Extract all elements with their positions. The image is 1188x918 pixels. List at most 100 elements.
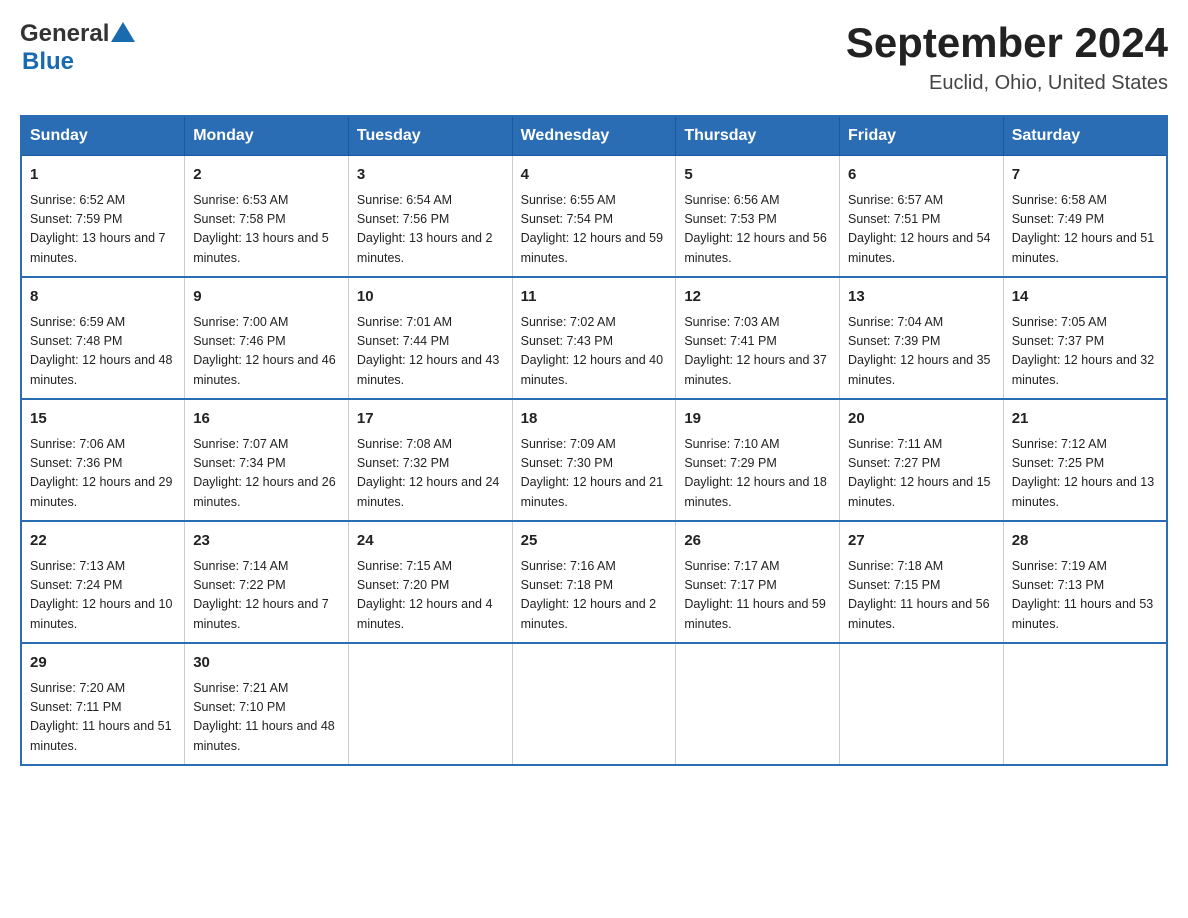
calendar-cell xyxy=(512,643,676,765)
day-info: Sunrise: 7:07 AMSunset: 7:34 PMDaylight:… xyxy=(193,435,340,513)
calendar-cell: 8 Sunrise: 6:59 AMSunset: 7:48 PMDaylight… xyxy=(21,277,185,399)
weekday-header-tuesday: Tuesday xyxy=(348,116,512,156)
page-title: September 2024 xyxy=(846,20,1168,66)
day-number: 18 xyxy=(521,408,668,431)
day-info: Sunrise: 7:19 AMSunset: 7:13 PMDaylight:… xyxy=(1012,557,1158,635)
day-number: 20 xyxy=(848,408,995,431)
day-number: 8 xyxy=(30,286,176,309)
calendar-cell: 22Sunrise: 7:13 AMSunset: 7:24 PMDayligh… xyxy=(21,521,185,643)
calendar-cell: 28Sunrise: 7:19 AMSunset: 7:13 PMDayligh… xyxy=(1003,521,1167,643)
day-number: 21 xyxy=(1012,408,1158,431)
day-info: Sunrise: 7:11 AMSunset: 7:27 PMDaylight:… xyxy=(848,435,995,513)
weekday-header-sunday: Sunday xyxy=(21,116,185,156)
page-header: General Blue September 2024 Euclid, Ohio… xyxy=(20,20,1168,95)
day-info: Sunrise: 7:03 AMSunset: 7:41 PMDaylight:… xyxy=(684,313,831,391)
calendar-cell: 23 Sunrise: 7:14 AMSunset: 7:22 PMDayligh… xyxy=(185,521,349,643)
day-number: 4 xyxy=(521,164,668,187)
day-info: Sunrise: 7:09 AMSunset: 7:30 PMDaylight:… xyxy=(521,435,668,513)
day-number: 9 xyxy=(193,286,340,309)
day-info: Sunrise: 7:21 AMSunset: 7:10 PMDaylight:… xyxy=(193,679,340,757)
day-info: Sunrise: 7:10 AMSunset: 7:29 PMDaylight:… xyxy=(684,435,831,513)
day-info: Sunrise: 7:15 AMSunset: 7:20 PMDaylight:… xyxy=(357,557,504,635)
calendar-cell: 1 Sunrise: 6:52 AMSunset: 7:59 PMDaylight… xyxy=(21,156,185,278)
day-number: 10 xyxy=(357,286,504,309)
day-number: 29 xyxy=(30,652,176,675)
calendar-cell: 29 Sunrise: 7:20 AMSunset: 7:11 PMDayligh… xyxy=(21,643,185,765)
day-info: Sunrise: 7:02 AMSunset: 7:43 PMDaylight:… xyxy=(521,313,668,391)
day-number: 27 xyxy=(848,530,995,553)
day-info: Sunrise: 6:56 AMSunset: 7:53 PMDaylight:… xyxy=(684,191,831,269)
calendar-cell: 13 Sunrise: 7:04 AMSunset: 7:39 PMDayligh… xyxy=(840,277,1004,399)
day-info: Sunrise: 6:59 AMSunset: 7:48 PMDaylight:… xyxy=(30,313,176,391)
calendar-cell: 21 Sunrise: 7:12 AMSunset: 7:25 PMDayligh… xyxy=(1003,399,1167,521)
calendar-cell: 19 Sunrise: 7:10 AMSunset: 7:29 PMDayligh… xyxy=(676,399,840,521)
calendar-cell: 14 Sunrise: 7:05 AMSunset: 7:37 PMDayligh… xyxy=(1003,277,1167,399)
day-number: 2 xyxy=(193,164,340,187)
calendar-cell: 30 Sunrise: 7:21 AMSunset: 7:10 PMDayligh… xyxy=(185,643,349,765)
calendar-cell: 3 Sunrise: 6:54 AMSunset: 7:56 PMDaylight… xyxy=(348,156,512,278)
title-block: September 2024 Euclid, Ohio, United Stat… xyxy=(846,20,1168,95)
day-info: Sunrise: 6:54 AMSunset: 7:56 PMDaylight:… xyxy=(357,191,504,269)
day-info: Sunrise: 6:53 AMSunset: 7:58 PMDaylight:… xyxy=(193,191,340,269)
day-number: 5 xyxy=(684,164,831,187)
calendar-cell: 9 Sunrise: 7:00 AMSunset: 7:46 PMDaylight… xyxy=(185,277,349,399)
day-number: 13 xyxy=(848,286,995,309)
day-info: Sunrise: 7:18 AMSunset: 7:15 PMDaylight:… xyxy=(848,557,995,635)
day-number: 25 xyxy=(521,530,668,553)
calendar-week-2: 8 Sunrise: 6:59 AMSunset: 7:48 PMDaylight… xyxy=(21,277,1167,399)
day-info: Sunrise: 7:13 AMSunset: 7:24 PMDaylight:… xyxy=(30,557,176,635)
day-number: 19 xyxy=(684,408,831,431)
day-info: Sunrise: 7:14 AMSunset: 7:22 PMDaylight:… xyxy=(193,557,340,635)
calendar-cell xyxy=(840,643,1004,765)
calendar-cell xyxy=(348,643,512,765)
day-number: 15 xyxy=(30,408,176,431)
calendar-cell: 12 Sunrise: 7:03 AMSunset: 7:41 PMDayligh… xyxy=(676,277,840,399)
day-info: Sunrise: 6:55 AMSunset: 7:54 PMDaylight:… xyxy=(521,191,668,269)
calendar-table: SundayMondayTuesdayWednesdayThursdayFrid… xyxy=(20,115,1168,766)
logo-text-general: General xyxy=(20,20,109,48)
weekday-header-saturday: Saturday xyxy=(1003,116,1167,156)
calendar-cell: 16 Sunrise: 7:07 AMSunset: 7:34 PMDayligh… xyxy=(185,399,349,521)
calendar-cell: 24 Sunrise: 7:15 AMSunset: 7:20 PMDayligh… xyxy=(348,521,512,643)
day-number: 17 xyxy=(357,408,504,431)
day-info: Sunrise: 7:20 AMSunset: 7:11 PMDaylight:… xyxy=(30,679,176,757)
calendar-cell: 15Sunrise: 7:06 AMSunset: 7:36 PMDayligh… xyxy=(21,399,185,521)
day-info: Sunrise: 7:16 AMSunset: 7:18 PMDaylight:… xyxy=(521,557,668,635)
day-info: Sunrise: 7:04 AMSunset: 7:39 PMDaylight:… xyxy=(848,313,995,391)
calendar-cell: 6Sunrise: 6:57 AMSunset: 7:51 PMDaylight… xyxy=(840,156,1004,278)
day-number: 23 xyxy=(193,530,340,553)
weekday-header-friday: Friday xyxy=(840,116,1004,156)
calendar-week-5: 29 Sunrise: 7:20 AMSunset: 7:11 PMDayligh… xyxy=(21,643,1167,765)
day-info: Sunrise: 7:00 AMSunset: 7:46 PMDaylight:… xyxy=(193,313,340,391)
day-number: 14 xyxy=(1012,286,1158,309)
weekday-header-thursday: Thursday xyxy=(676,116,840,156)
day-info: Sunrise: 7:08 AMSunset: 7:32 PMDaylight:… xyxy=(357,435,504,513)
day-number: 1 xyxy=(30,164,176,187)
day-number: 24 xyxy=(357,530,504,553)
day-number: 16 xyxy=(193,408,340,431)
day-info: Sunrise: 7:12 AMSunset: 7:25 PMDaylight:… xyxy=(1012,435,1158,513)
calendar-cell: 7Sunrise: 6:58 AMSunset: 7:49 PMDaylight… xyxy=(1003,156,1167,278)
weekday-header-wednesday: Wednesday xyxy=(512,116,676,156)
day-info: Sunrise: 6:52 AMSunset: 7:59 PMDaylight:… xyxy=(30,191,176,269)
logo-text-blue: Blue xyxy=(22,48,74,76)
logo: General Blue xyxy=(20,20,137,76)
calendar-cell xyxy=(676,643,840,765)
calendar-week-3: 15Sunrise: 7:06 AMSunset: 7:36 PMDayligh… xyxy=(21,399,1167,521)
calendar-cell: 27 Sunrise: 7:18 AMSunset: 7:15 PMDayligh… xyxy=(840,521,1004,643)
calendar-cell: 5 Sunrise: 6:56 AMSunset: 7:53 PMDaylight… xyxy=(676,156,840,278)
calendar-cell: 25 Sunrise: 7:16 AMSunset: 7:18 PMDayligh… xyxy=(512,521,676,643)
day-info: Sunrise: 7:05 AMSunset: 7:37 PMDaylight:… xyxy=(1012,313,1158,391)
day-number: 3 xyxy=(357,164,504,187)
calendar-cell: 20 Sunrise: 7:11 AMSunset: 7:27 PMDayligh… xyxy=(840,399,1004,521)
day-number: 26 xyxy=(684,530,831,553)
day-number: 30 xyxy=(193,652,340,675)
calendar-cell xyxy=(1003,643,1167,765)
calendar-cell: 26Sunrise: 7:17 AMSunset: 7:17 PMDayligh… xyxy=(676,521,840,643)
calendar-week-4: 22Sunrise: 7:13 AMSunset: 7:24 PMDayligh… xyxy=(21,521,1167,643)
logo-triangle-icon xyxy=(109,20,137,48)
day-number: 6 xyxy=(848,164,995,187)
weekday-header-monday: Monday xyxy=(185,116,349,156)
day-number: 12 xyxy=(684,286,831,309)
calendar-header-row: SundayMondayTuesdayWednesdayThursdayFrid… xyxy=(21,116,1167,156)
